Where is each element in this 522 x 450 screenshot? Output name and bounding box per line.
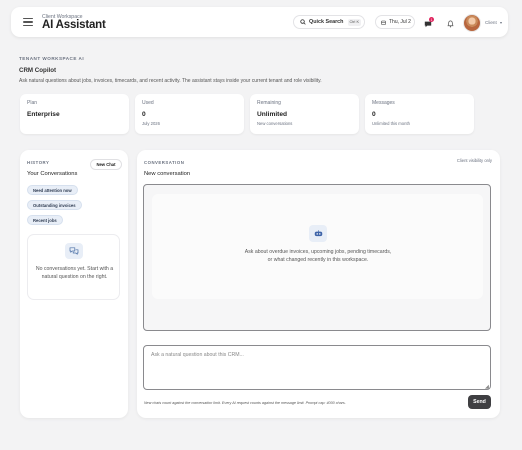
stat-card-remaining: Remaining Unlimited New conversations: [250, 94, 359, 134]
stat-label: Messages: [372, 100, 395, 106]
history-panel: HISTORY Your Conversations New Chat Need…: [20, 150, 128, 418]
question-input[interactable]: [143, 345, 491, 390]
stat-value: 0: [372, 111, 376, 118]
stat-label: Plan: [27, 100, 38, 106]
suggestion-chip[interactable]: Outstanding invoices: [27, 200, 82, 210]
avatar[interactable]: [463, 14, 481, 32]
copilot-title: CRM Copilot: [19, 67, 57, 74]
chat-bubbles-icon: [65, 243, 83, 259]
copilot-description: Ask natural questions about jobs, invoic…: [19, 78, 322, 84]
section-label: TENANT WORKSPACE AI: [19, 56, 85, 61]
stat-label: Used: [142, 100, 154, 106]
suggestion-chip[interactable]: Recent jobs: [27, 215, 63, 225]
message-placeholder-box: [152, 194, 483, 299]
stat-label: Remaining: [257, 100, 281, 106]
date-button[interactable]: Thu, Jul 2: [375, 15, 415, 29]
bell-icon[interactable]: [447, 20, 454, 28]
stat-value: Enterprise: [27, 111, 60, 118]
stat-sub: July 2026: [142, 121, 160, 126]
assistant-icon: [309, 225, 327, 242]
stat-value: Unlimited: [257, 111, 288, 118]
stat-card-messages: Messages 0 Unlimited this month: [365, 94, 474, 134]
notification-badge: 1: [429, 17, 434, 22]
shortcut-hint: Ctrl K: [347, 18, 361, 26]
suggestion-chip[interactable]: Need attention now: [27, 185, 78, 195]
user-name[interactable]: Client: [485, 20, 497, 25]
quick-search-label: Quick Search: [309, 19, 344, 25]
new-chat-button[interactable]: New Chat: [90, 159, 122, 170]
stat-value: 0: [142, 111, 146, 118]
chevron-down-icon[interactable]: ▾: [500, 20, 502, 25]
conversation-title: New conversation: [144, 171, 191, 177]
history-section-label: HISTORY: [27, 160, 50, 165]
conversation-section-label: CONVERSATION: [144, 160, 185, 165]
empty-history: No conversations yet. Start with a natur…: [27, 234, 120, 300]
history-title: Your Conversations: [27, 171, 78, 177]
resize-handle-icon[interactable]: ◢: [485, 384, 489, 390]
search-icon: [300, 19, 306, 25]
date-label: Thu, Jul 2: [389, 19, 411, 25]
stat-card-plan: Plan Enterprise: [20, 94, 129, 134]
stat-sub: Unlimited this month: [372, 121, 410, 126]
calendar-icon: [381, 20, 386, 25]
message-area[interactable]: Ask about overdue invoices, upcoming job…: [143, 184, 491, 331]
empty-conversation-prompt: Ask about overdue invoices, upcoming job…: [244, 249, 392, 264]
top-bar: Client Workspace AI Assistant Quick Sear…: [11, 7, 508, 37]
menu-icon[interactable]: [23, 16, 33, 28]
empty-history-text: No conversations yet. Start with a natur…: [35, 266, 114, 281]
stat-card-used: Used 0 July 2026: [135, 94, 244, 134]
usage-footnote: New chats count against the conversation…: [144, 401, 346, 405]
quick-search-button[interactable]: Quick Search Ctrl K: [293, 15, 365, 29]
page-title: AI Assistant: [42, 19, 106, 31]
conversation-panel: CONVERSATION Client visibility only New …: [137, 150, 500, 418]
visibility-note: Client visibility only: [456, 158, 492, 163]
send-button[interactable]: Send: [468, 395, 491, 409]
stat-sub: New conversations: [257, 121, 293, 126]
